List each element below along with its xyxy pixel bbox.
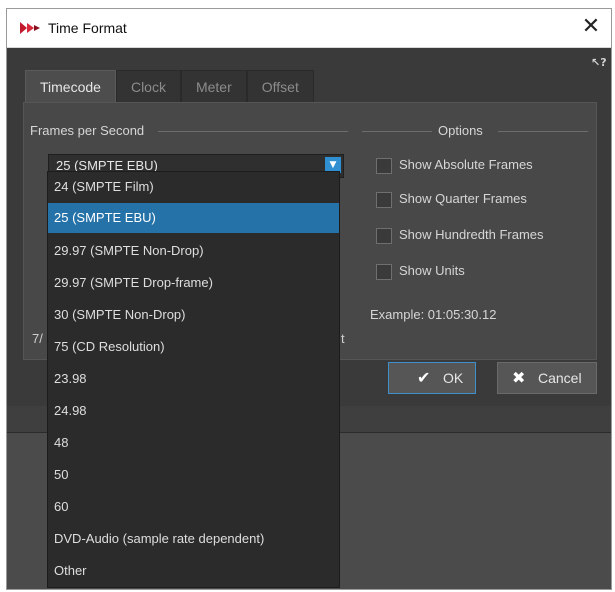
fps-option-29-97-drop-frame[interactable]: 29.97 (SMPTE Drop-frame)	[48, 268, 339, 298]
ok-button[interactable]: ✔ OK	[388, 362, 476, 394]
tab-meter[interactable]: Meter	[180, 70, 247, 103]
fps-option-30-non-drop[interactable]: 30 (SMPTE Non-Drop)	[48, 300, 339, 330]
fps-option-dvd-audio[interactable]: DVD-Audio (sample rate dependent)	[48, 524, 339, 554]
show-units-checkbox[interactable]	[376, 264, 392, 280]
options-separator-right	[498, 131, 588, 132]
ok-button-label: OK	[443, 370, 464, 386]
frames-group-separator	[158, 131, 348, 132]
partial-text-right: t	[341, 331, 345, 346]
fps-option-24-film[interactable]: 24 (SMPTE Film)	[48, 172, 339, 202]
x-icon: ✖	[512, 370, 526, 387]
show-hundredth-frames-checkbox[interactable]	[376, 228, 392, 244]
fps-option-other[interactable]: Other	[48, 556, 339, 586]
show-absolute-frames-checkbox[interactable]	[376, 158, 392, 174]
close-button[interactable]: ✕	[577, 13, 605, 41]
options-label: Options	[438, 123, 483, 138]
fps-option-48[interactable]: 48	[48, 428, 339, 458]
fps-option-25-ebu[interactable]: 25 (SMPTE EBU)	[48, 203, 339, 233]
cancel-button-label: Cancel	[538, 370, 582, 386]
check-icon: ✔	[417, 370, 431, 387]
help-pointer-icon[interactable]: ↖?	[591, 56, 607, 69]
window-title: Time Format	[48, 20, 127, 36]
fps-option-50[interactable]: 50	[48, 460, 339, 490]
show-quarter-frames-label: Show Quarter Frames	[399, 191, 527, 206]
title-bar: Time Format ✕	[7, 9, 611, 48]
example-timecode: Example: 01:05:30.12	[370, 307, 497, 322]
fps-option-23-98[interactable]: 23.98	[48, 364, 339, 394]
tab-offset[interactable]: Offset	[246, 70, 314, 103]
tab-timecode[interactable]: Timecode	[25, 70, 116, 103]
fps-option-75-cd[interactable]: 75 (CD Resolution)	[48, 332, 339, 362]
fps-option-60[interactable]: 60	[48, 492, 339, 522]
fps-option-24-98[interactable]: 24.98	[48, 396, 339, 426]
frames-per-second-label: Frames per Second	[30, 123, 145, 138]
partial-text-left: 7/	[32, 331, 43, 346]
fps-option-29-97-non-drop[interactable]: 29.97 (SMPTE Non-Drop)	[48, 236, 339, 266]
options-separator-left	[362, 131, 432, 132]
show-absolute-frames-label: Show Absolute Frames	[399, 157, 533, 172]
tab-clock[interactable]: Clock	[115, 70, 181, 103]
show-hundredth-frames-label: Show Hundredth Frames	[399, 227, 544, 242]
frames-per-second-dropdown: 24 (SMPTE Film) 25 (SMPTE EBU) 29.97 (SM…	[47, 171, 340, 588]
tab-bar: Timecode Clock Meter Offset	[25, 70, 314, 103]
app-logo-icon	[20, 22, 40, 34]
cancel-button[interactable]: ✖ Cancel	[497, 362, 597, 394]
show-quarter-frames-checkbox[interactable]	[376, 192, 392, 208]
show-units-label: Show Units	[399, 263, 465, 278]
